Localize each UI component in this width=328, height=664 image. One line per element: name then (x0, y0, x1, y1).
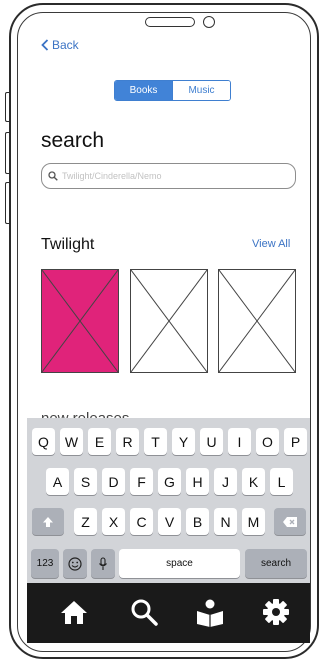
media-type-toggle[interactable]: Books Music (114, 80, 231, 101)
microphone-icon (99, 556, 107, 570)
section-title: Twilight (41, 236, 95, 253)
back-label: Back (52, 38, 79, 52)
book-cover[interactable] (218, 269, 296, 373)
key-k[interactable]: K (242, 468, 265, 495)
backspace-icon (283, 516, 297, 527)
key-f[interactable]: F (130, 468, 153, 495)
key-c[interactable]: C (130, 508, 153, 535)
image-placeholder-icon (42, 270, 118, 372)
settings-icon (263, 599, 289, 625)
search-icon (48, 171, 58, 181)
key-m[interactable]: M (242, 508, 265, 535)
key-q[interactable]: Q (32, 428, 55, 455)
key-o[interactable]: O (256, 428, 279, 455)
view-all-link[interactable]: View All (252, 238, 290, 250)
emoji-key[interactable] (63, 549, 87, 578)
key-y[interactable]: Y (172, 428, 195, 455)
book-cover[interactable] (130, 269, 208, 373)
key-b[interactable]: B (186, 508, 209, 535)
tab-home[interactable] (57, 595, 91, 629)
chevron-left-icon (41, 39, 49, 51)
speaker-grille (145, 17, 195, 27)
emoji-icon (68, 556, 82, 571)
key-n[interactable]: N (214, 508, 237, 535)
shift-key[interactable] (32, 508, 64, 535)
search-key[interactable]: search (245, 549, 307, 578)
on-screen-keyboard: Q W E R T Y U I O P A S D F G H J K L Z … (27, 418, 310, 583)
key-v[interactable]: V (158, 508, 181, 535)
book-cover-featured[interactable] (41, 269, 119, 373)
tab-bar (27, 583, 310, 643)
search-icon (131, 599, 158, 626)
space-key[interactable]: space (119, 549, 240, 578)
key-p[interactable]: P (284, 428, 307, 455)
search-field[interactable] (41, 163, 296, 189)
key-l[interactable]: L (270, 468, 293, 495)
tab-settings[interactable] (259, 595, 293, 629)
tab-reading[interactable] (193, 595, 227, 629)
dictation-key[interactable] (91, 549, 115, 578)
search-input[interactable] (62, 171, 262, 181)
key-u[interactable]: U (200, 428, 223, 455)
segment-music[interactable]: Music (172, 81, 230, 100)
reading-icon (197, 599, 223, 627)
key-e[interactable]: E (88, 428, 111, 455)
key-x[interactable]: X (102, 508, 125, 535)
key-z[interactable]: Z (74, 508, 97, 535)
image-placeholder-icon (219, 270, 295, 372)
segment-books[interactable]: Books (115, 81, 172, 100)
key-h[interactable]: H (186, 468, 209, 495)
front-camera (203, 16, 215, 28)
key-s[interactable]: S (74, 468, 97, 495)
key-j[interactable]: J (214, 468, 237, 495)
numbers-key[interactable]: 123 (31, 549, 59, 578)
page-title: search (41, 129, 105, 152)
tab-search[interactable] (127, 595, 161, 629)
shift-icon (43, 516, 53, 527)
key-i[interactable]: I (228, 428, 251, 455)
key-r[interactable]: R (116, 428, 139, 455)
back-button[interactable]: Back (41, 38, 79, 52)
key-w[interactable]: W (60, 428, 83, 455)
key-a[interactable]: A (46, 468, 69, 495)
key-g[interactable]: G (158, 468, 181, 495)
home-icon (61, 601, 87, 624)
image-placeholder-icon (131, 270, 207, 372)
backspace-key[interactable] (274, 508, 306, 535)
key-d[interactable]: D (102, 468, 125, 495)
key-t[interactable]: T (144, 428, 167, 455)
